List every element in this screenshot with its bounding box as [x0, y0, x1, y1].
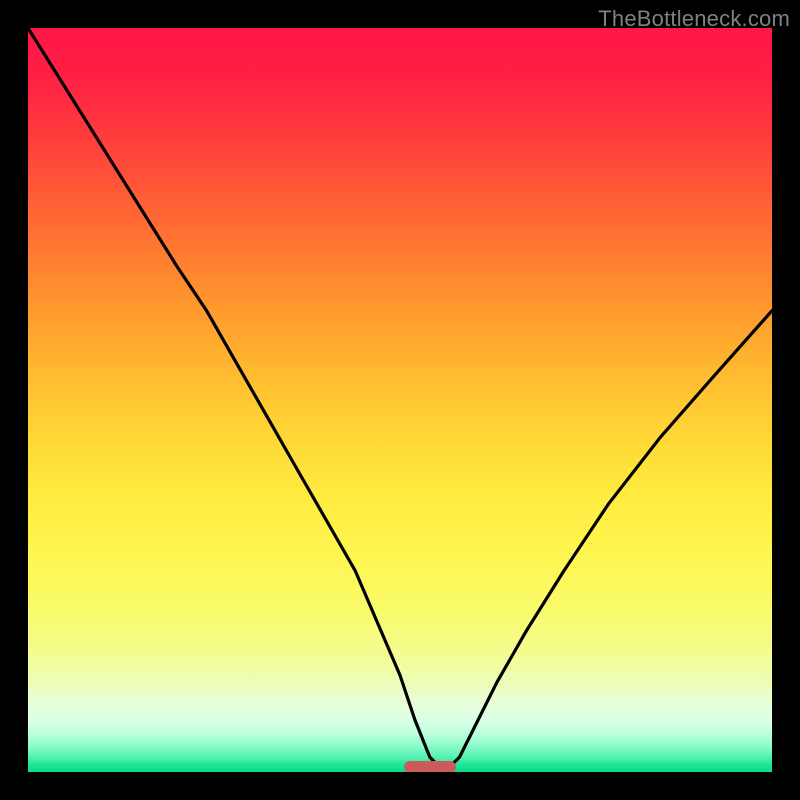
plot-area	[28, 28, 772, 772]
chart-frame: TheBottleneck.com	[0, 0, 800, 800]
optimum-marker	[404, 761, 456, 772]
curve-layer	[28, 28, 772, 772]
bottleneck-curve	[28, 28, 772, 772]
watermark-text: TheBottleneck.com	[598, 6, 790, 32]
